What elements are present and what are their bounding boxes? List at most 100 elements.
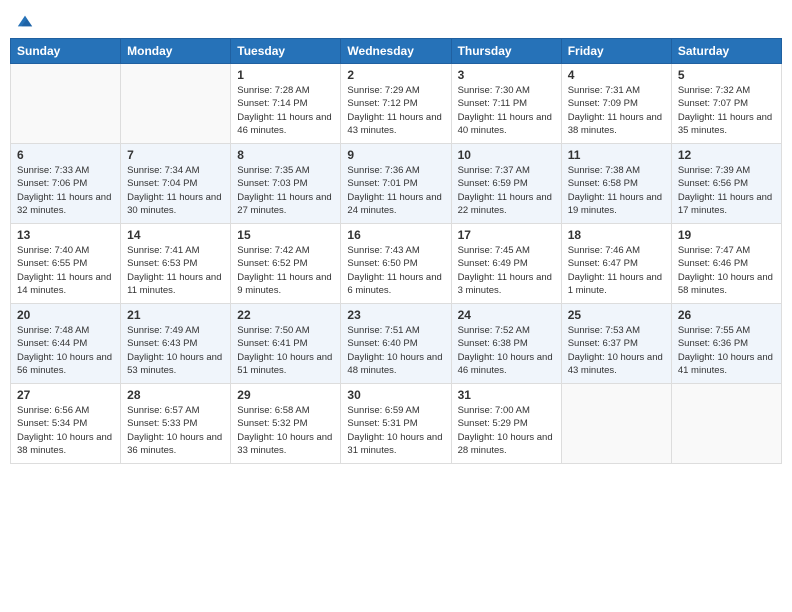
day-info: Sunrise: 7:30 AMSunset: 7:11 PMDaylight:… (458, 84, 555, 137)
calendar-cell: 31 Sunrise: 7:00 AMSunset: 5:29 PMDayligh… (451, 384, 561, 464)
day-info: Sunrise: 7:55 AMSunset: 6:36 PMDaylight:… (678, 324, 775, 377)
day-header-wednesday: Wednesday (341, 39, 451, 64)
day-info: Sunrise: 7:48 AMSunset: 6:44 PMDaylight:… (17, 324, 114, 377)
day-number: 1 (237, 68, 334, 82)
day-number: 9 (347, 148, 444, 162)
day-number: 10 (458, 148, 555, 162)
calendar-cell: 17 Sunrise: 7:45 AMSunset: 6:49 PMDayligh… (451, 224, 561, 304)
day-info: Sunrise: 7:38 AMSunset: 6:58 PMDaylight:… (568, 164, 665, 217)
calendar-cell: 14 Sunrise: 7:41 AMSunset: 6:53 PMDayligh… (121, 224, 231, 304)
calendar-cell: 8 Sunrise: 7:35 AMSunset: 7:03 PMDaylight… (231, 144, 341, 224)
day-number: 2 (347, 68, 444, 82)
day-info: Sunrise: 7:42 AMSunset: 6:52 PMDaylight:… (237, 244, 334, 297)
calendar-cell: 13Sunrise: 7:40 AMSunset: 6:55 PMDayligh… (11, 224, 121, 304)
day-number: 31 (458, 388, 555, 402)
day-number: 8 (237, 148, 334, 162)
day-header-thursday: Thursday (451, 39, 561, 64)
day-header-sunday: Sunday (11, 39, 121, 64)
calendar-cell: 11 Sunrise: 7:38 AMSunset: 6:58 PMDayligh… (561, 144, 671, 224)
day-info: Sunrise: 7:51 AMSunset: 6:40 PMDaylight:… (347, 324, 444, 377)
day-number: 29 (237, 388, 334, 402)
day-info: Sunrise: 7:52 AMSunset: 6:38 PMDaylight:… (458, 324, 555, 377)
calendar-week-1: 1 Sunrise: 7:28 AMSunset: 7:14 PMDaylight… (11, 64, 782, 144)
day-info: Sunrise: 7:00 AMSunset: 5:29 PMDaylight:… (458, 404, 555, 457)
day-number: 13 (17, 228, 114, 242)
calendar-cell: 9 Sunrise: 7:36 AMSunset: 7:01 PMDaylight… (341, 144, 451, 224)
day-info: Sunrise: 7:28 AMSunset: 7:14 PMDaylight:… (237, 84, 334, 137)
day-number: 18 (568, 228, 665, 242)
day-info: Sunrise: 6:57 AMSunset: 5:33 PMDaylight:… (127, 404, 224, 457)
day-header-friday: Friday (561, 39, 671, 64)
day-number: 5 (678, 68, 775, 82)
day-header-saturday: Saturday (671, 39, 781, 64)
calendar-cell: 1 Sunrise: 7:28 AMSunset: 7:14 PMDaylight… (231, 64, 341, 144)
calendar-header-row: SundayMondayTuesdayWednesdayThursdayFrid… (11, 39, 782, 64)
calendar-week-2: 6Sunrise: 7:33 AMSunset: 7:06 PMDaylight… (11, 144, 782, 224)
calendar-cell: 30Sunrise: 6:59 AMSunset: 5:31 PMDayligh… (341, 384, 451, 464)
page-header (10, 10, 782, 30)
day-number: 4 (568, 68, 665, 82)
day-header-tuesday: Tuesday (231, 39, 341, 64)
calendar-cell: 5 Sunrise: 7:32 AMSunset: 7:07 PMDaylight… (671, 64, 781, 144)
calendar-cell: 20 Sunrise: 7:48 AMSunset: 6:44 PMDayligh… (11, 304, 121, 384)
logo (14, 10, 34, 30)
day-number: 23 (347, 308, 444, 322)
day-header-monday: Monday (121, 39, 231, 64)
day-number: 12 (678, 148, 775, 162)
day-info: Sunrise: 7:53 AMSunset: 6:37 PMDaylight:… (568, 324, 665, 377)
day-info: Sunrise: 7:41 AMSunset: 6:53 PMDaylight:… (127, 244, 224, 297)
day-number: 20 (17, 308, 114, 322)
calendar-cell: 7Sunrise: 7:34 AMSunset: 7:04 PMDaylight… (121, 144, 231, 224)
day-number: 24 (458, 308, 555, 322)
day-number: 15 (237, 228, 334, 242)
calendar-cell: 12 Sunrise: 7:39 AMSunset: 6:56 PMDayligh… (671, 144, 781, 224)
calendar-cell: 3 Sunrise: 7:30 AMSunset: 7:11 PMDaylight… (451, 64, 561, 144)
day-info: Sunrise: 7:36 AMSunset: 7:01 PMDaylight:… (347, 164, 444, 217)
calendar-cell: 10 Sunrise: 7:37 AMSunset: 6:59 PMDayligh… (451, 144, 561, 224)
calendar-cell: 6Sunrise: 7:33 AMSunset: 7:06 PMDaylight… (11, 144, 121, 224)
calendar-cell: 28 Sunrise: 6:57 AMSunset: 5:33 PMDayligh… (121, 384, 231, 464)
calendar-cell: 29 Sunrise: 6:58 AMSunset: 5:32 PMDayligh… (231, 384, 341, 464)
day-info: Sunrise: 7:33 AMSunset: 7:06 PMDaylight:… (17, 164, 114, 217)
day-number: 27 (17, 388, 114, 402)
day-number: 17 (458, 228, 555, 242)
day-info: Sunrise: 7:29 AMSunset: 7:12 PMDaylight:… (347, 84, 444, 137)
calendar-week-4: 20 Sunrise: 7:48 AMSunset: 6:44 PMDayligh… (11, 304, 782, 384)
day-info: Sunrise: 7:37 AMSunset: 6:59 PMDaylight:… (458, 164, 555, 217)
day-info: Sunrise: 7:46 AMSunset: 6:47 PMDaylight:… (568, 244, 665, 297)
calendar-cell: 24 Sunrise: 7:52 AMSunset: 6:38 PMDayligh… (451, 304, 561, 384)
calendar-table: SundayMondayTuesdayWednesdayThursdayFrid… (10, 38, 782, 464)
day-info: Sunrise: 7:35 AMSunset: 7:03 PMDaylight:… (237, 164, 334, 217)
day-number: 14 (127, 228, 224, 242)
calendar-cell: 18 Sunrise: 7:46 AMSunset: 6:47 PMDayligh… (561, 224, 671, 304)
day-info: Sunrise: 7:45 AMSunset: 6:49 PMDaylight:… (458, 244, 555, 297)
day-info: Sunrise: 7:39 AMSunset: 6:56 PMDaylight:… (678, 164, 775, 217)
day-info: Sunrise: 6:56 AMSunset: 5:34 PMDaylight:… (17, 404, 114, 457)
calendar-cell: 2 Sunrise: 7:29 AMSunset: 7:12 PMDaylight… (341, 64, 451, 144)
day-number: 28 (127, 388, 224, 402)
logo-icon (16, 12, 34, 30)
day-info: Sunrise: 7:47 AMSunset: 6:46 PMDaylight:… (678, 244, 775, 297)
day-number: 16 (347, 228, 444, 242)
calendar-cell: 21 Sunrise: 7:49 AMSunset: 6:43 PMDayligh… (121, 304, 231, 384)
day-number: 25 (568, 308, 665, 322)
calendar-cell: 26 Sunrise: 7:55 AMSunset: 6:36 PMDayligh… (671, 304, 781, 384)
day-number: 11 (568, 148, 665, 162)
calendar-cell (671, 384, 781, 464)
day-info: Sunrise: 7:34 AMSunset: 7:04 PMDaylight:… (127, 164, 224, 217)
day-info: Sunrise: 7:32 AMSunset: 7:07 PMDaylight:… (678, 84, 775, 137)
day-info: Sunrise: 6:58 AMSunset: 5:32 PMDaylight:… (237, 404, 334, 457)
day-info: Sunrise: 7:49 AMSunset: 6:43 PMDaylight:… (127, 324, 224, 377)
calendar-cell: 25 Sunrise: 7:53 AMSunset: 6:37 PMDayligh… (561, 304, 671, 384)
calendar-cell (121, 64, 231, 144)
calendar-cell: 15 Sunrise: 7:42 AMSunset: 6:52 PMDayligh… (231, 224, 341, 304)
calendar-week-5: 27 Sunrise: 6:56 AMSunset: 5:34 PMDayligh… (11, 384, 782, 464)
day-number: 22 (237, 308, 334, 322)
day-info: Sunrise: 6:59 AMSunset: 5:31 PMDaylight:… (347, 404, 444, 457)
day-number: 26 (678, 308, 775, 322)
day-number: 3 (458, 68, 555, 82)
calendar-cell: 19Sunrise: 7:47 AMSunset: 6:46 PMDayligh… (671, 224, 781, 304)
day-number: 21 (127, 308, 224, 322)
day-info: Sunrise: 7:43 AMSunset: 6:50 PMDaylight:… (347, 244, 444, 297)
calendar-cell: 16 Sunrise: 7:43 AMSunset: 6:50 PMDayligh… (341, 224, 451, 304)
